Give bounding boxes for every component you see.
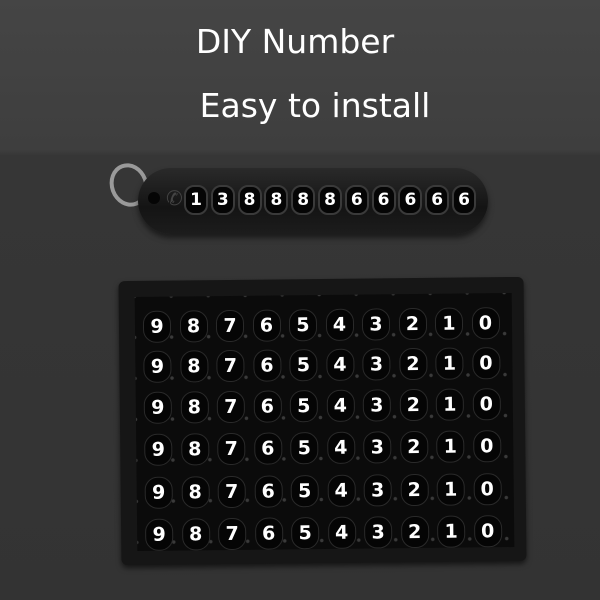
sticker-digit: 6: [254, 517, 283, 550]
sticker-digit: 3: [363, 431, 392, 464]
sticker-digit: 9: [142, 310, 172, 343]
sticker-digit: 3: [362, 348, 391, 381]
sticker-digit: 4: [326, 431, 355, 464]
keychain-digit: 6: [371, 185, 396, 215]
keychain-digit: 6: [452, 185, 476, 215]
sticker-digit: 2: [398, 347, 428, 381]
sticker-digit: 7: [216, 390, 246, 424]
keychain-digit: 8: [291, 185, 316, 215]
sticker-digit: 2: [400, 473, 429, 507]
sticker-digit: 8: [180, 433, 209, 466]
sticker-digit: 9: [143, 391, 173, 424]
sticker-grid: 9876543210987654321098765432109876543210…: [134, 293, 515, 551]
headline-subtitle: Easy to install: [199, 86, 431, 125]
sticker-digit: 4: [327, 474, 356, 507]
sticker-digit: 5: [290, 475, 319, 508]
sticker-digit: 3: [363, 474, 392, 507]
sticker-digit: 8: [180, 391, 209, 424]
sticker-digit: 6: [252, 309, 281, 342]
sticker-digit: 8: [181, 518, 210, 551]
sticker-digit: 2: [399, 388, 428, 422]
sticker-digit: 7: [217, 475, 246, 509]
sticker-digit: 1: [436, 515, 466, 548]
sticker-digit: 1: [435, 347, 464, 380]
sticker-digit: 8: [179, 350, 209, 383]
sticker-digit: 6: [254, 475, 283, 508]
headline-title: DIY Number: [195, 22, 395, 61]
keychain-digit: 3: [210, 185, 235, 215]
keychain-digit: 6: [425, 185, 450, 215]
keychain-digit: 6: [344, 185, 369, 215]
sticker-digit: 7: [217, 432, 246, 466]
number-sticker-sheet: 9876543210987654321098765432109876543210…: [118, 276, 527, 566]
sticker-digit: 4: [325, 348, 355, 381]
sticker-digit: 1: [436, 473, 465, 506]
sticker-digit: 7: [215, 309, 245, 343]
keychain-hole: [148, 192, 160, 204]
sticker-digit: 1: [435, 388, 465, 421]
sticker-digit: 0: [473, 515, 502, 548]
keychain-digit: 8: [237, 185, 262, 215]
sticker-digit: 6: [252, 349, 282, 382]
sticker-digit: 2: [399, 430, 428, 464]
sticker-digit: 1: [434, 307, 464, 340]
sticker-digit: 0: [472, 388, 501, 421]
sticker-digit: 2: [400, 515, 429, 549]
keychain-digit: 8: [318, 185, 342, 215]
sticker-digit: 3: [362, 389, 392, 422]
sticker-digit: 9: [144, 433, 173, 466]
sticker-digit: 7: [216, 349, 245, 383]
sticker-digit: 9: [144, 476, 173, 509]
sticker-digit: 5: [289, 390, 319, 423]
sticker-digit: 4: [326, 389, 355, 422]
sticker-digit: 4: [327, 516, 356, 549]
keychain-digit: 8: [264, 185, 289, 215]
sticker-digit: 6: [253, 432, 282, 465]
phone-icon: ✆: [166, 186, 183, 210]
sticker-digit: 8: [179, 310, 208, 343]
sticker-digit: 5: [289, 349, 318, 382]
keychain-digit: 1: [184, 185, 208, 215]
sticker-digit: 0: [471, 307, 500, 340]
sticker-digit: 8: [181, 476, 210, 509]
sticker-digit: 6: [253, 390, 282, 423]
sticker-digit: 5: [290, 432, 319, 465]
sticker-digit: 2: [398, 307, 427, 341]
sticker-digit: 5: [291, 517, 320, 550]
sticker-digit: 3: [364, 516, 393, 549]
sticker-digit: 0: [471, 347, 501, 380]
sticker-digit: 9: [145, 518, 174, 551]
number-keychain: ✆ 13888866666: [138, 168, 488, 234]
sticker-digit: 4: [325, 308, 354, 341]
keychain-digit: 6: [398, 185, 423, 215]
sticker-digit: 7: [218, 517, 247, 551]
sticker-digit: 3: [361, 308, 391, 341]
sticker-digit: 0: [472, 430, 501, 463]
sticker-digit: 9: [143, 350, 172, 383]
sticker-digit: 1: [436, 430, 465, 463]
sticker-digit: 5: [288, 309, 318, 342]
sticker-digit: 0: [473, 473, 502, 506]
